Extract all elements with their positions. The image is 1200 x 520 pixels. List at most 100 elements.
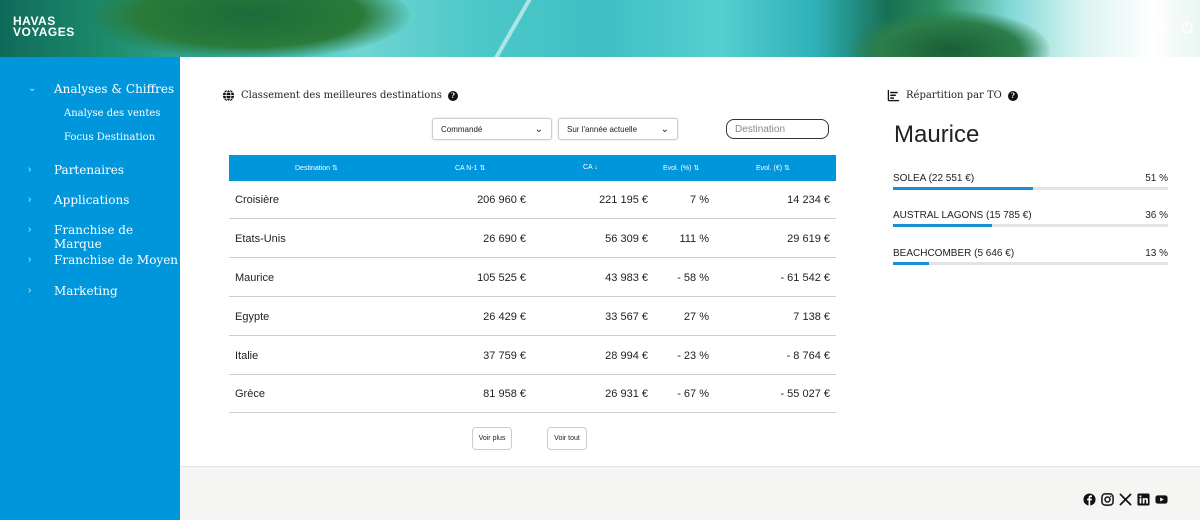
table-row[interactable]: Croisière 206 960 € 221 195 € 7 % 14 234… — [229, 181, 836, 219]
linkedin-icon[interactable] — [1137, 493, 1150, 506]
to-bar-fill — [893, 262, 929, 265]
order-type-select[interactable]: Commandé ⌄ — [432, 118, 552, 140]
table-row[interactable]: Maurice 105 525 € 43 983 € - 58 % - 61 5… — [229, 259, 836, 297]
table-row[interactable]: Italie 37 759 € 28 994 € - 23 % - 8 764 … — [229, 337, 836, 375]
repartition-section-title: Répartition par TO ? — [887, 89, 1018, 102]
cell-ca-n1: 26 690 € — [483, 233, 526, 245]
table-row[interactable]: Etats-Unis 26 690 € 56 309 € 111 % 29 61… — [229, 220, 836, 258]
cell-evol-eur: - 55 027 € — [780, 388, 830, 400]
cell-destination: Italie — [235, 350, 259, 362]
sidebar-subitem-analyse-ventes[interactable]: Analyse des ventes — [64, 108, 160, 119]
cell-ca-n1: 37 759 € — [483, 350, 526, 362]
cell-ca: 221 195 € — [599, 194, 648, 206]
sidebar-item-marketing[interactable]: › Marketing — [0, 282, 180, 302]
voir-plus-button[interactable]: Voir plus — [472, 427, 512, 450]
chevron-right-icon: › — [28, 164, 32, 175]
to-bar-track — [893, 224, 1168, 227]
ranking-section-title: Classement des meilleures destinations ? — [222, 89, 458, 102]
table-row[interactable]: Grèce 81 958 € 26 931 € - 67 % - 55 027 … — [229, 375, 836, 413]
sidebar-subitem-focus-destination[interactable]: Focus Destination — [64, 132, 155, 143]
globe-icon — [222, 89, 235, 102]
cell-evol-pct: - 23 % — [677, 350, 709, 362]
cell-ca-n1: 105 525 € — [477, 272, 526, 284]
cell-evol-eur: - 8 764 € — [786, 350, 830, 362]
cell-destination: Egypte — [235, 311, 270, 323]
instagram-icon[interactable] — [1101, 493, 1114, 506]
voir-tout-button[interactable]: Voir tout — [547, 427, 587, 450]
sidebar-item-franchise-marque[interactable]: › Franchise de Marque — [0, 221, 180, 251]
island-image-2 — [850, 10, 1050, 57]
chevron-right-icon: › — [28, 254, 32, 265]
cell-destination: Maurice — [235, 272, 275, 284]
bar-chart-icon — [887, 89, 900, 102]
facebook-icon[interactable] — [1083, 493, 1096, 506]
cell-evol-pct: 27 % — [683, 311, 709, 323]
cell-destination: Etats-Unis — [235, 233, 286, 245]
cell-destination: Croisière — [235, 194, 280, 206]
cell-ca: 28 994 € — [605, 350, 648, 362]
column-header-ca[interactable]: CA ↓ — [583, 164, 598, 171]
power-icon[interactable] — [1180, 20, 1194, 34]
cell-evol-eur: - 61 542 € — [780, 272, 830, 284]
x-icon[interactable] — [1119, 493, 1132, 506]
cell-ca: 33 567 € — [605, 311, 648, 323]
sidebar-item-analyses-chiffres[interactable]: ⌄ Analyses & Chiffres — [0, 80, 180, 100]
cell-ca: 26 931 € — [605, 388, 648, 400]
island-image — [90, 0, 410, 57]
table-row[interactable]: Egypte 26 429 € 33 567 € 27 % 7 138 € — [229, 298, 836, 336]
sidebar-item-label: Marketing — [54, 284, 118, 298]
column-header-ca-n1[interactable]: CA N-1 ⇅ — [455, 164, 485, 172]
sidebar-item-applications[interactable]: › Applications — [0, 191, 180, 211]
cell-evol-eur: 7 138 € — [793, 311, 830, 323]
cell-ca-n1: 206 960 € — [477, 194, 526, 206]
cell-evol-eur: 14 234 € — [787, 194, 830, 206]
to-bar-fill — [893, 187, 1034, 190]
sidebar-item-franchise-moyen[interactable]: › Franchise de Moyen — [0, 251, 180, 271]
search-placeholder: Destination — [735, 123, 786, 135]
chevron-right-icon: › — [28, 194, 32, 205]
to-percent: 51 % — [1145, 173, 1168, 184]
help-icon[interactable]: ? — [1007, 90, 1018, 101]
period-value: Sur l'année actuelle — [567, 124, 638, 134]
help-icon[interactable]: ? — [447, 90, 458, 101]
cell-evol-eur: 29 619 € — [787, 233, 830, 245]
cell-ca-n1: 26 429 € — [483, 311, 526, 323]
chevron-right-icon: › — [28, 285, 32, 296]
to-row: BEACHCOMBER (5 646 €) 13 % — [893, 248, 1168, 268]
selected-destination-title: Maurice — [894, 121, 980, 148]
to-percent: 13 % — [1145, 248, 1168, 259]
sidebar-item-label: Franchise de Moyen — [54, 253, 179, 267]
chevron-down-icon: ⌄ — [534, 123, 543, 135]
to-label: BEACHCOMBER (5 646 €) — [893, 248, 1015, 259]
to-row: SOLEA (22 551 €) 51 % — [893, 173, 1168, 193]
period-select[interactable]: Sur l'année actuelle ⌄ — [558, 118, 678, 140]
chevron-down-icon: ⌄ — [660, 123, 669, 135]
to-row: AUSTRAL LAGONS (15 785 €) 36 % — [893, 210, 1168, 230]
header-banner: HAVAS VOYAGES — [0, 0, 1200, 57]
youtube-icon[interactable] — [1155, 493, 1168, 506]
cell-destination: Grèce — [235, 388, 265, 400]
chevron-down-icon: ⌄ — [28, 83, 37, 94]
to-label: SOLEA (22 551 €) — [893, 173, 975, 184]
user-icon[interactable] — [1154, 20, 1168, 34]
repartition-title-text: Répartition par TO — [906, 90, 1002, 101]
column-header-destination[interactable]: Destination ⇅ — [295, 164, 338, 172]
sidebar-item-partenaires[interactable]: › Partenaires — [0, 161, 180, 181]
chevron-right-icon: › — [28, 224, 32, 235]
table-header: Destination ⇅ CA N-1 ⇅ CA ↓ Evol. (%) ⇅ … — [229, 155, 836, 181]
sidebar-item-label: Franchise de Marque — [54, 223, 134, 251]
column-header-evol-eur[interactable]: Evol. (€) ⇅ — [756, 164, 790, 172]
footer — [180, 466, 1200, 520]
cell-evol-pct: 111 % — [679, 233, 709, 245]
havas-voyages-logo[interactable]: HAVAS VOYAGES — [13, 15, 75, 39]
to-bar-track — [893, 262, 1168, 265]
to-percent: 36 % — [1145, 210, 1168, 221]
boat-wake — [490, 0, 534, 57]
sidebar-item-label: Applications — [54, 193, 130, 207]
to-label: AUSTRAL LAGONS (15 785 €) — [893, 210, 1032, 221]
logo-line-2: VOYAGES — [13, 25, 75, 39]
ranking-title-text: Classement des meilleures destinations — [241, 90, 442, 101]
destination-search-input[interactable]: Destination — [726, 119, 829, 139]
column-header-evol-pct[interactable]: Evol. (%) ⇅ — [663, 164, 699, 172]
cell-evol-pct: - 58 % — [677, 272, 709, 284]
